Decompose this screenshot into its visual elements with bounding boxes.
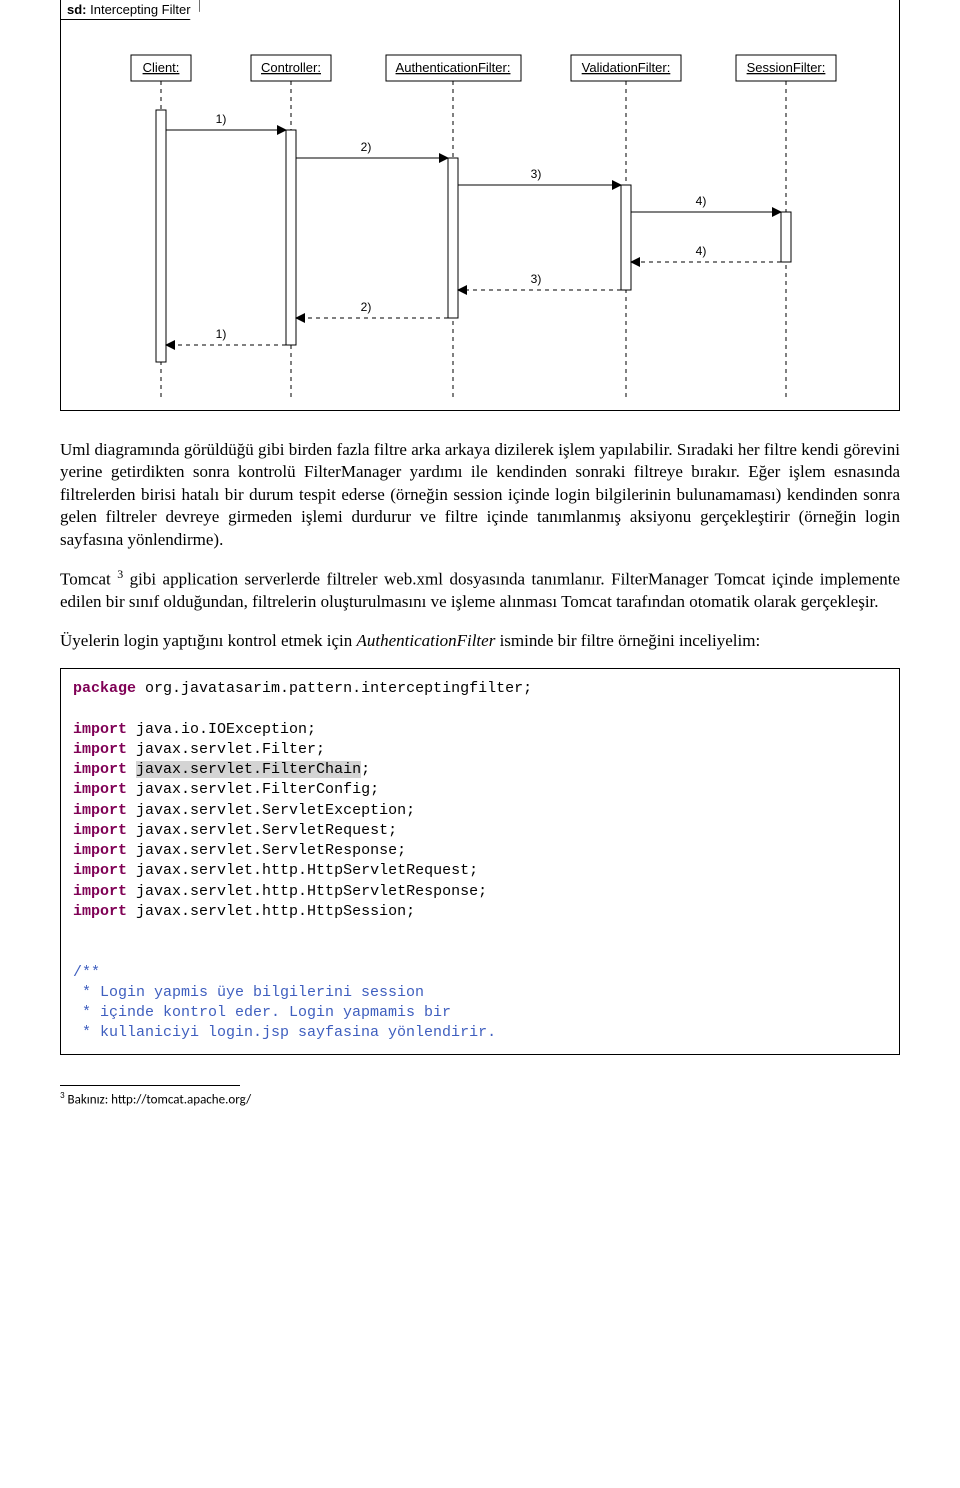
svg-text:SessionFilter:: SessionFilter:	[747, 60, 826, 75]
svg-text:3): 3)	[531, 272, 542, 286]
paragraph-3: Üyelerin login yaptığını kontrol etmek i…	[60, 630, 900, 652]
svg-text:3): 3)	[531, 167, 542, 181]
activation-client	[156, 110, 166, 362]
msg-1-forward: 1)	[166, 112, 286, 130]
paragraph-1: Uml diagramında görüldüğü gibi birden fa…	[60, 439, 900, 551]
svg-text:2): 2)	[361, 300, 372, 314]
sequence-diagram-frame: sd: Intercepting Filter Client: Controll…	[60, 0, 900, 411]
svg-text:1): 1)	[216, 327, 227, 341]
sd-title: Intercepting Filter	[90, 2, 190, 17]
svg-text:4): 4)	[696, 244, 707, 258]
sd-prefix: sd:	[67, 2, 87, 17]
svg-text:2): 2)	[361, 140, 372, 154]
msg-4-forward: 4)	[631, 194, 781, 212]
code-listing: package org.javatasarim.pattern.intercep…	[60, 668, 900, 1055]
activation-controller	[286, 130, 296, 345]
svg-text:AuthenticationFilter:: AuthenticationFilter:	[396, 60, 511, 75]
activation-authfilter	[448, 158, 458, 318]
footnote-3: 3 Bakınız: http://tomcat.apache.org/	[60, 1090, 900, 1107]
sd-title-tab: sd: Intercepting Filter	[60, 0, 200, 20]
svg-text:ValidationFilter:: ValidationFilter:	[582, 60, 671, 75]
svg-text:Controller:: Controller:	[261, 60, 321, 75]
msg-3-forward: 3)	[458, 167, 621, 185]
footnote-separator	[60, 1085, 240, 1086]
msg-1-return: 1)	[166, 327, 286, 345]
msg-2-forward: 2)	[296, 140, 448, 158]
paragraph-2: Tomcat 3 gibi application serverlerde fi…	[60, 567, 900, 614]
filter-name-italic: AuthenticationFilter	[357, 631, 496, 650]
activation-validationfilter	[621, 185, 631, 290]
msg-4-return: 4)	[631, 244, 781, 262]
svg-text:Client:: Client:	[143, 60, 180, 75]
svg-text:1): 1)	[216, 112, 227, 126]
activation-sessionfilter	[781, 212, 791, 262]
sequence-diagram-svg: Client: Controller: AuthenticationFilter…	[61, 0, 899, 408]
svg-text:4): 4)	[696, 194, 707, 208]
msg-2-return: 2)	[296, 300, 448, 318]
msg-3-return: 3)	[458, 272, 621, 290]
